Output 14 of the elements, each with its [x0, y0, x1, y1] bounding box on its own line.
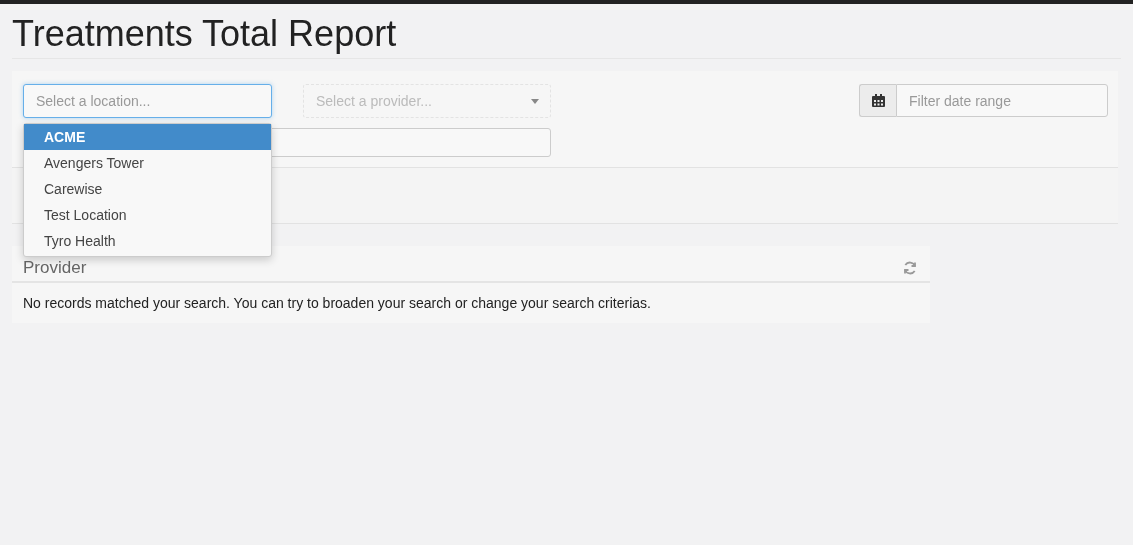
caret-icon	[531, 98, 539, 104]
dropdown-option[interactable]: ACME	[24, 124, 271, 150]
panel-title: Provider	[23, 258, 87, 278]
page-title: Treatments Total Report	[12, 4, 1121, 59]
dropdown-option[interactable]: Test Location	[24, 202, 271, 228]
dropdown-option[interactable]: Avengers Tower	[24, 150, 271, 176]
refresh-icon[interactable]	[903, 261, 917, 275]
empty-message: No records matched your search. You can try to broaden your search or change your search criterias.	[22, 294, 652, 311]
location-select[interactable]: Select a location...	[23, 84, 272, 118]
calendar-icon	[871, 94, 885, 107]
dropdown-option[interactable]: Carewise	[24, 176, 271, 202]
date-range-field[interactable]: Filter date range	[896, 84, 1108, 117]
calendar-button[interactable]	[859, 84, 896, 117]
dropdown-option[interactable]: Tyro Health	[24, 228, 271, 254]
